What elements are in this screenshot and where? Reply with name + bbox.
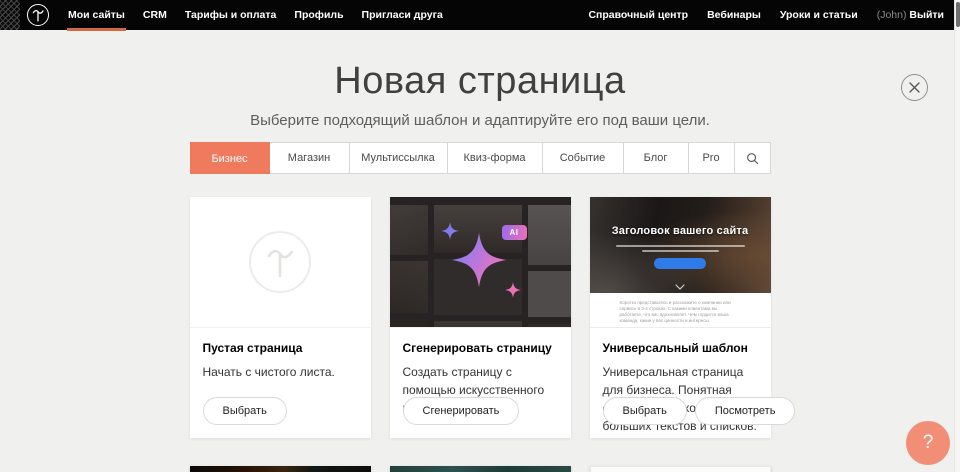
tab-event[interactable]: Событие [543,143,624,173]
template-category-tabs: Бизнес Магазин Мультиссылка Квиз-форма С… [190,142,771,174]
nav-item-tariffs[interactable]: Тарифы и оплата [176,0,286,30]
chevron-down-icon [675,284,685,290]
select-blank-button[interactable]: Выбрать [203,397,287,425]
tab-business[interactable]: Бизнес [190,142,270,174]
close-icon [909,82,920,93]
select-template-button[interactable]: Выбрать [603,397,687,425]
ai-badge: AI [502,225,527,240]
help-button[interactable]: ? [906,421,950,465]
nav-item-profile[interactable]: Профиль [285,0,352,30]
tilda-logo-icon[interactable] [27,4,49,26]
card-generate-page[interactable]: AI Сгенерировать страницу Создать страни… [390,197,571,438]
decorative-pattern-strip [0,0,20,30]
nav-item-crm[interactable]: CRM [134,0,176,30]
template-cards-row-2 [190,466,771,472]
page-subtitle: Выберите подходящий шаблон и адаптируйте… [0,112,960,129]
main-nav: Мои сайты CRM Тарифы и оплата Профиль Пр… [59,0,452,30]
page-scrollbar[interactable] [954,0,960,472]
user-session: (John) Выйти [877,0,944,30]
tab-blog[interactable]: Блог [624,143,689,173]
template-card-partial[interactable] [190,466,371,472]
card-universal-template[interactable]: Заголовок вашего сайта Коротко представь… [590,197,771,438]
card-title: Универсальный шаблон [603,341,758,356]
generate-button[interactable]: Сгенерировать [403,397,520,425]
card-title: Пустая страница [203,341,358,356]
nav-item-invite-friend[interactable]: Пригласи друга [353,0,452,30]
ai-generate-preview: AI [390,197,571,328]
tilda-t-glyph [265,245,295,279]
ai-sparkle-pink-icon [504,281,522,299]
tilda-placeholder-logo-icon [249,231,311,293]
blank-page-preview [190,197,371,328]
new-page-modal: Новая страница Выберите подходящий шабло… [0,30,960,472]
template-hero-subtext-line [616,245,745,247]
nav-item-help-center[interactable]: Справочный центр [588,0,688,30]
search-tab[interactable] [735,143,770,173]
card-blank-page[interactable]: Пустая страница Начать с чистого листа. … [190,197,371,438]
user-name: (John) [877,9,907,21]
template-preview-paragraph: Коротко представьтесь и расскажите о ком… [590,293,771,328]
tab-shop[interactable]: Магазин [270,143,350,173]
card-description: Начать с чистого листа. [203,363,358,381]
tab-multilink[interactable]: Мультиссылка [350,143,448,173]
template-cards-row: Пустая страница Начать с чистого листа. … [190,197,771,438]
tab-pro[interactable]: Pro [689,143,735,173]
search-icon [746,152,759,165]
template-hero-heading: Заголовок вашего сайта [590,225,771,237]
secondary-nav: Справочный центр Вебинары Уроки и статьи… [588,0,944,30]
nav-item-webinars[interactable]: Вебинары [707,0,761,30]
nav-item-lessons[interactable]: Уроки и статьи [780,0,858,30]
logout-link[interactable]: Выйти [909,9,944,21]
ai-sparkle-big-icon [448,229,510,291]
template-hero-subtext-line [642,250,719,252]
template-card-partial[interactable] [590,466,771,472]
tilda-t-glyph [31,8,45,22]
tab-quiz-form[interactable]: Квиз-форма [448,143,543,173]
template-hero-cta-button [654,258,706,269]
template-hero: Заголовок вашего сайта [590,197,771,293]
card-title: Сгенерировать страницу [403,341,558,356]
preview-template-button[interactable]: Посмотреть [695,397,796,425]
scrollbar-thumb[interactable] [956,2,960,27]
nav-item-my-sites[interactable]: Мои сайты [59,0,134,30]
top-header: Мои сайты CRM Тарифы и оплата Профиль Пр… [0,0,960,30]
page-title: Новая страница [0,60,960,102]
template-card-partial[interactable] [390,466,571,472]
universal-template-preview: Заголовок вашего сайта Коротко представь… [590,197,771,328]
close-button[interactable] [901,74,928,101]
